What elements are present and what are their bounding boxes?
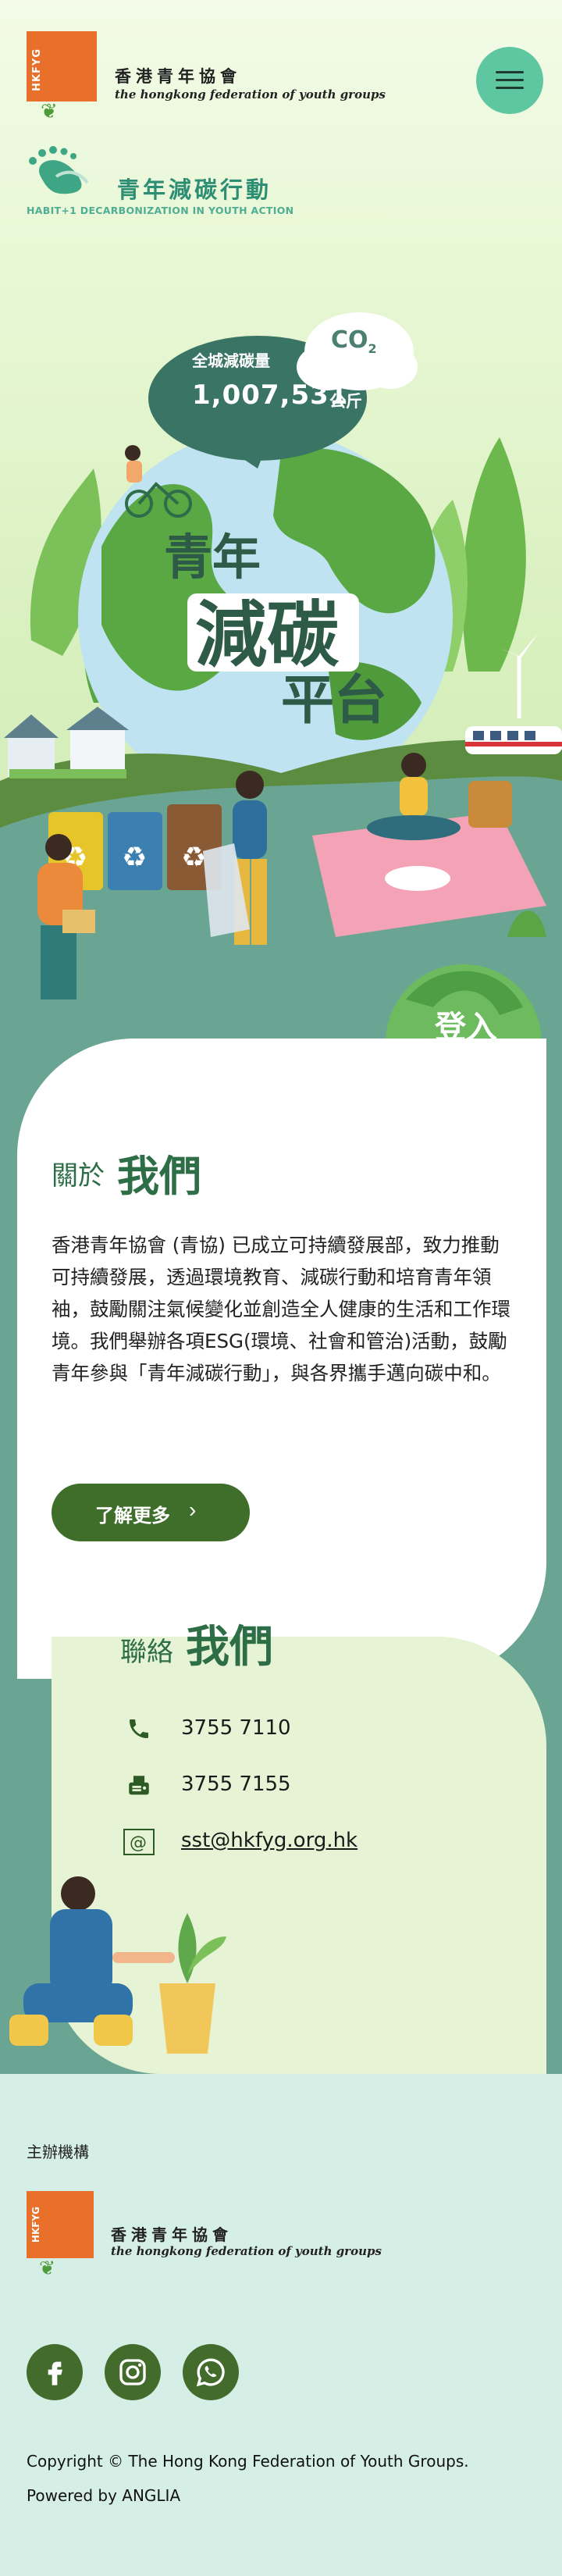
menu-button[interactable] — [476, 47, 543, 114]
hamburger-icon — [496, 71, 524, 73]
contact-title-small: 聯絡 — [120, 1637, 173, 1668]
carbon-stat-value: 1,007,531 — [192, 379, 349, 411]
organizer-label: 主辦機構 — [27, 2143, 89, 2161]
hero-title-line2: 減碳 — [195, 593, 340, 677]
copyright-text: Copyright © The Hong Kong Federation of … — [27, 2452, 469, 2471]
brand-name-zh: 青年減碳行動 — [117, 176, 272, 203]
whatsapp-icon — [196, 2358, 225, 2387]
fax-icon — [123, 1773, 155, 1805]
footer-sprout-icon: ❦ — [39, 2257, 55, 2279]
footer-org-name-en: the hongkong federation of youth groups — [111, 2244, 382, 2258]
sprout-icon: ❦ — [41, 100, 58, 123]
about-title-small: 關於 — [52, 1160, 105, 1192]
hero-title-line1: 青年 — [164, 529, 261, 586]
footer-hkfyg-logo[interactable]: HKFYG — [27, 2191, 94, 2258]
facebook-icon — [48, 2361, 62, 2385]
login-action-label[interactable]: 登入 行動 — [427, 1006, 505, 1093]
footer-org-name-zh: 香港青年協會 — [111, 2225, 233, 2244]
instagram-button[interactable] — [105, 2344, 161, 2400]
facebook-button[interactable] — [27, 2344, 83, 2400]
about-body: 香港青年協會 (青協) 已成立可持續發展部，致力推動可持續發展，透過環境教育、減… — [52, 1234, 510, 1384]
logo-letters: HKFYG — [31, 48, 43, 91]
learn-more-button[interactable]: 了解更多 › — [52, 1484, 250, 1541]
co2-text: CO — [331, 326, 368, 354]
contact-email-link[interactable]: sst@hkfyg.org.hk — [181, 1829, 357, 1852]
login-line1: 登入 — [435, 1010, 497, 1046]
login-line2: 行動 — [435, 1053, 497, 1089]
learn-more-label: 了解更多 — [95, 1505, 170, 1527]
svg-text:♻: ♻ — [122, 842, 147, 874]
contact-phone[interactable]: 3755 7110 — [181, 1716, 291, 1740]
contact-fax: 3755 7155 — [181, 1773, 291, 1796]
svg-text:♻: ♻ — [181, 842, 206, 874]
hamburger-line — [496, 79, 524, 81]
hamburger-line — [496, 87, 524, 89]
org-name-en: the hongkong federation of youth groups — [115, 87, 386, 102]
brand-name-en: HABIT+1 DECARBONIZATION IN YOUTH ACTION — [27, 205, 294, 216]
gardener-illustration — [9, 1876, 226, 2054]
carbon-stat-label: 全城減碳量 — [192, 351, 270, 370]
footer-logo-letters: HKFYG — [30, 2207, 41, 2243]
powered-by-text: Powered by ANGLIA — [27, 2486, 181, 2505]
phone-icon — [123, 1716, 155, 1748]
hero-title-line3: 平台 — [281, 670, 387, 732]
org-name-zh: 香港青年協會 — [115, 67, 241, 86]
whatsapp-button[interactable] — [183, 2344, 239, 2400]
about-title-big: 我們 — [117, 1152, 201, 1201]
svg-text:@: @ — [130, 1833, 147, 1853]
chevron-right-icon: › — [189, 1498, 197, 1522]
co2-cloud-label: CO2 — [331, 326, 377, 356]
carbon-stat-unit: 公斤 — [329, 392, 362, 411]
contact-title-big: 我們 — [186, 1622, 273, 1673]
email-icon: @ — [123, 1829, 155, 1862]
footprint-logo-icon — [25, 145, 103, 203]
co2-sub: 2 — [368, 341, 377, 356]
hkfyg-logo[interactable]: HKFYG — [27, 31, 97, 102]
instagram-icon — [119, 2359, 146, 2385]
